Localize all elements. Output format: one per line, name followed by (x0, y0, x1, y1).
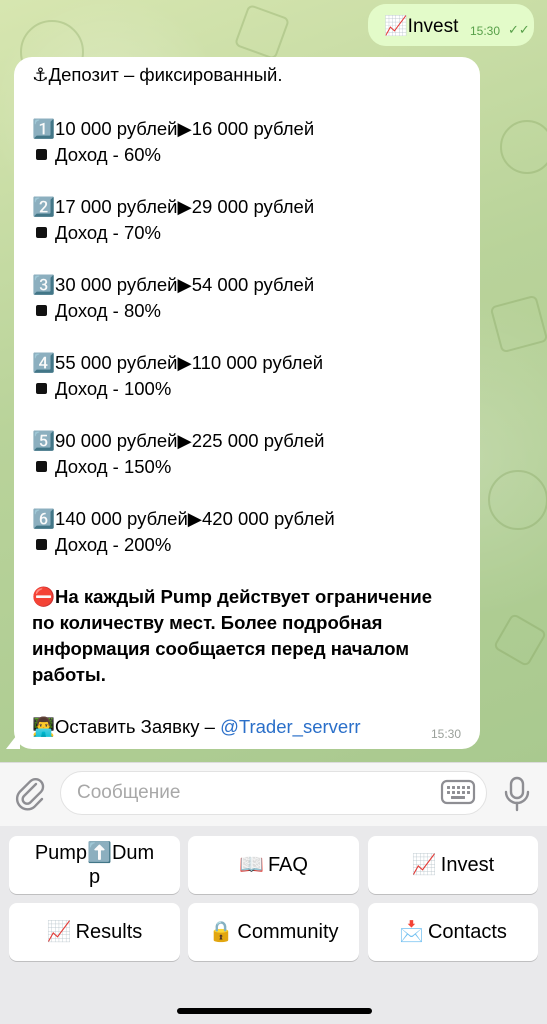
outgoing-message-text: 📈Invest (384, 16, 459, 37)
tier-5-range: 5️⃣90 000 рублей▶225 000 рублей (32, 430, 325, 451)
tier-3-range: 3️⃣30 000 рублей▶54 000 рублей (32, 274, 315, 295)
warning-line-1: ⛔На каждый Pump действует ограничение (32, 586, 433, 607)
chart-up-icon: 📈 (384, 16, 408, 37)
tier-5-income: Доход - 150% (32, 455, 171, 479)
tier-6-income: Доход - 200% (32, 533, 171, 557)
message-input[interactable] (60, 771, 487, 815)
anchor-icon: ⚓ (32, 64, 49, 85)
black-square-icon (36, 539, 47, 550)
warning-line-2: по количеству мест. Более подробная (32, 612, 383, 633)
black-square-icon (36, 383, 47, 394)
message-input-bar (0, 762, 547, 827)
warning-line-3: информация сообщается перед началом (32, 638, 410, 659)
community-button[interactable]: 🔒 Community (188, 903, 359, 961)
incoming-message-time: 15:30 (431, 727, 462, 741)
tier-6-range: 6️⃣140 000 рублей▶420 000 рублей (32, 508, 335, 529)
contacts-button[interactable]: 📩 Contacts (368, 903, 538, 961)
black-square-icon (36, 305, 47, 316)
technologist-icon: 👨‍💻 (32, 716, 56, 737)
number-4-icon: 4️⃣ (32, 352, 56, 373)
black-square-icon (36, 227, 47, 238)
keyboard-toggle-icon[interactable] (440, 777, 476, 807)
background-doodle (488, 470, 547, 530)
paperclip-icon[interactable] (12, 775, 48, 811)
home-indicator[interactable] (177, 1008, 372, 1014)
read-check-icon: ✓✓ (508, 22, 530, 37)
background-doodle (492, 612, 547, 668)
microphone-icon[interactable] (501, 775, 533, 813)
faq-button[interactable]: 📖 FAQ (188, 836, 359, 894)
invest-button[interactable]: 📈 Invest (368, 836, 538, 894)
trader-username-link[interactable]: @Trader_serverr (220, 716, 360, 737)
incoming-message-bubble[interactable]: ⚓Депозит – фиксированный. 1️⃣10 000 рубл… (14, 57, 480, 749)
outgoing-message-bubble[interactable]: 📈Invest 15:30 ✓✓ (368, 4, 534, 46)
background-doodle (489, 294, 547, 354)
open-book-icon: 📖 (239, 854, 264, 876)
tier-1-income: Доход - 60% (32, 143, 161, 167)
tier-4-income: Доход - 100% (32, 377, 171, 401)
background-doodle (233, 3, 291, 61)
chart-up-icon: 📈 (46, 921, 72, 943)
chart-up-icon: 📈 (411, 854, 437, 876)
envelope-arrow-icon: 📩 (399, 921, 424, 943)
black-square-icon (36, 461, 47, 472)
black-square-icon (36, 149, 47, 160)
lock-icon: 🔒 (208, 921, 234, 943)
number-3-icon: 3️⃣ (32, 274, 56, 295)
no-entry-icon: ⛔ (32, 586, 56, 607)
tier-2-income: Доход - 70% (32, 221, 161, 245)
contact-line: 👨‍💻Оставить Заявку – @Trader_serverr (32, 716, 361, 737)
number-2-icon: 2️⃣ (32, 196, 56, 217)
number-5-icon: 5️⃣ (32, 430, 56, 451)
tier-3-income: Доход - 80% (32, 299, 161, 323)
tier-1-range: 1️⃣10 000 рублей▶16 000 рублей (32, 118, 315, 139)
results-button[interactable]: 📈 Results (9, 903, 180, 961)
deposit-header: ⚓Депозит – фиксированный. (32, 64, 283, 85)
number-1-icon: 1️⃣ (32, 118, 56, 139)
bot-reply-keyboard: Pump⬆️Dum p 📖 FAQ 📈 Invest 📈 Results 🔒 Commu… (0, 826, 547, 1024)
tier-2-range: 2️⃣17 000 рублей▶29 000 рублей (32, 196, 315, 217)
background-doodle (500, 120, 547, 174)
warning-line-4: работы. (32, 664, 106, 685)
pump-dump-button[interactable]: Pump⬆️Dum p (9, 836, 180, 894)
outgoing-message-time: 15:30 (470, 24, 501, 38)
tier-4-range: 4️⃣55 000 рублей▶110 000 рублей (32, 352, 324, 373)
number-6-icon: 6️⃣ (32, 508, 56, 529)
